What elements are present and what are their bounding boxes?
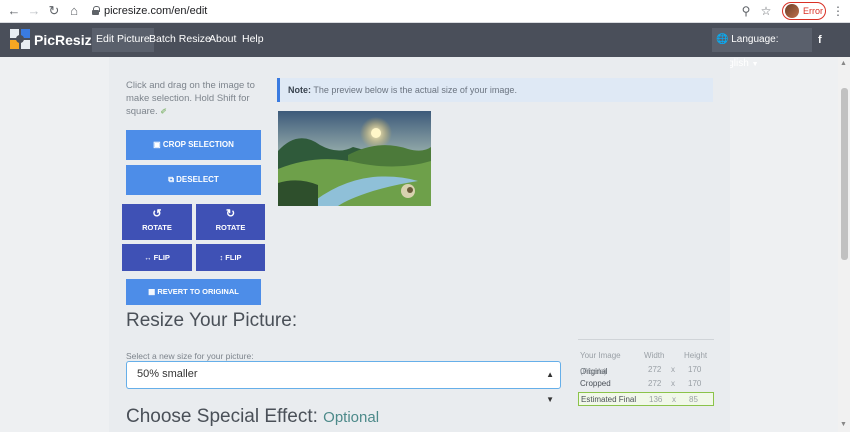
table-header-row: Your Image Width Height [578,349,714,363]
profile-error-button[interactable]: Error [782,2,826,20]
row-height: 170 [688,365,702,374]
rotate-right-icon: ↻ [225,208,236,220]
divider [578,339,714,340]
table-row: Original (Pixels) 272 x 170 [578,363,714,377]
header-your-image: Your Image [580,351,621,360]
special-effect-heading: Choose Special Effect: Optional [126,406,379,428]
image-preview[interactable] [278,111,431,206]
picresize-logo-icon [10,29,30,49]
size-select[interactable]: 50% smaller ▲ ▼ [126,361,561,404]
site-navbar: PicResize Edit Picture Batch Resize Abou… [0,23,850,69]
row-height: 85 [689,395,698,404]
preview-note: Note: The preview below is the actual si… [277,78,713,102]
bookmark-star-icon[interactable]: ☆ [758,3,774,19]
nav-help[interactable]: Help [238,32,268,48]
facebook-icon[interactable]: f [818,34,822,46]
image-icon: ▦ [148,287,156,296]
revert-to-original-button[interactable]: ▦ REVERT TO ORIGINAL [126,279,261,305]
row-x: x [671,365,675,374]
site-logo-text[interactable]: PicResize [34,32,99,48]
error-label: Error [803,6,823,16]
crop-icon: ▣ [153,140,161,149]
flip-vertical-label: FLIP [225,253,242,262]
flip-vertical-icon: ↕ [219,253,224,262]
deselect-icon: ⧉ [168,175,174,184]
address-bar[interactable]: picresize.com/en/edit [104,5,207,17]
reload-icon[interactable]: ↻ [46,3,62,19]
rotate-right-button[interactable]: ↻ ROTATE [196,204,265,240]
scroll-thumb[interactable] [841,88,848,260]
crop-selection-button[interactable]: ▣ CROP SELECTION [126,130,261,160]
rotate-left-button[interactable]: ↺ ROTATE [122,204,192,240]
header-height: Height [684,351,708,360]
row-sublabel: (Pixels) [580,367,607,376]
row-label: Cropped [580,379,611,388]
optional-label: Optional [323,409,380,426]
kebab-menu-icon[interactable]: ⋮ [830,3,846,19]
zoom-icon[interactable]: ⚲ [738,3,754,19]
deselect-button[interactable]: ⧉ DESELECT [126,165,261,195]
flip-vertical-button[interactable]: ↕ FLIP [196,244,265,271]
resize-heading: Resize Your Picture: [126,310,298,331]
revert-label: REVERT TO ORIGINAL [157,287,239,296]
flip-horizontal-icon: ↔ [144,253,152,262]
row-x: x [672,395,676,404]
row-label: Estimated Final [581,395,637,404]
row-x: x [671,379,675,388]
rotate-left-label: ROTATE [142,223,172,232]
rotate-left-icon: ↺ [152,208,162,220]
row-height: 170 [688,379,702,388]
globe-icon: 🌐 [716,34,729,45]
scroll-down-icon[interactable]: ▼ [840,421,847,428]
forward-icon[interactable]: → [26,3,42,19]
effect-heading-text: Choose Special Effect: [126,406,318,427]
note-text: The preview below is the actual size of … [313,85,517,95]
deselect-label: DESELECT [176,175,219,184]
header-width: Width [644,351,665,360]
crop-selection-label: CROP SELECTION [162,140,234,149]
note-label: Note: [288,85,311,95]
lock-icon [92,6,100,15]
row-width: 272 [648,365,662,374]
nav-about[interactable]: About [205,32,240,48]
instructions-text: Click and drag on the image to make sele… [126,80,255,117]
row-width: 136 [649,395,663,404]
crop-instructions: Click and drag on the image to make sele… [126,79,256,118]
row-width: 272 [648,379,662,388]
flip-horizontal-label: FLIP [153,253,170,262]
flip-horizontal-button[interactable]: ↔ FLIP [122,244,192,271]
rotate-right-label: ROTATE [215,223,246,232]
caret-down-icon: ▼ [751,61,759,68]
size-select-value: 50% smaller [137,368,198,380]
home-icon[interactable]: ⌂ [66,3,82,19]
scroll-up-icon[interactable]: ▲ [840,60,847,67]
size-select-label: Select a new size for your picture: [126,351,254,361]
avatar [785,4,799,18]
browser-toolbar: ← → ↻ ⌂ picresize.com/en/edit ⚲ ☆ Error … [0,0,850,23]
table-row-estimated-final: Estimated Final 136 x 85 [578,392,714,406]
select-arrows-icon: ▲ ▼ [546,370,554,404]
language-dropdown[interactable]: 🌐 Language: English ▼ [712,28,812,69]
back-icon[interactable]: ← [6,3,22,19]
pencil-icon: ✐ [160,107,168,116]
table-row: Cropped 272 x 170 [578,377,714,391]
